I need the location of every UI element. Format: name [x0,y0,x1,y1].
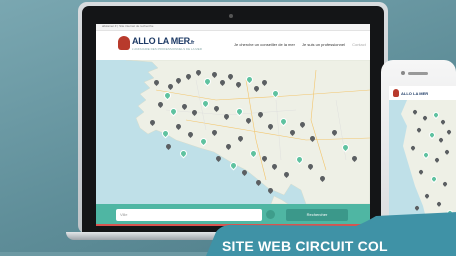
map-land-2 [270,195,289,204]
logo-text: ALLO LA MER [132,36,190,46]
phone-camera-icon [401,71,405,75]
webcam-icon [229,14,233,18]
nav-item-contact[interactable]: Contact [352,42,366,47]
phone-logo-icon[interactable] [393,89,399,97]
nav-item-search[interactable]: Je cherche un conseiller de la mer [234,42,295,47]
phone-screen: ALLO LA MER [389,86,456,230]
logo-suffix: .fr [189,40,194,46]
map-canvas [125,60,370,204]
site-header: ALLO LA MER.fr L'ANNUAIRE DES PROFESSION… [96,31,370,57]
phone-logo-text: ALLO LA MER [401,91,429,96]
nav-item-pro[interactable]: Je suis un professionnel [302,42,345,47]
phone-speaker [408,72,428,75]
site-logo[interactable]: ALLO LA MER.fr [132,36,194,46]
browser-strip: allolamer.fr | Site internet de recherch… [96,24,370,31]
phone-map [401,100,456,230]
main-nav: Je cherche un conseiller de la mer Je su… [234,42,370,47]
phone-header: ALLO LA MER [389,86,456,100]
url-text: allolamer.fr | Site internet de recherch… [102,24,154,28]
search-placeholder: Ville [120,212,128,217]
lighthouse-logo-icon[interactable] [118,36,130,50]
laptop-screen: allolamer.fr | Site internet de recherch… [96,24,370,226]
logo-subtitle: L'ANNUAIRE DES PROFESSIONNELS DE LA MER [132,47,202,51]
map-view[interactable] [96,60,370,204]
laptop-mockup: allolamer.fr | Site internet de recherch… [66,2,400,242]
